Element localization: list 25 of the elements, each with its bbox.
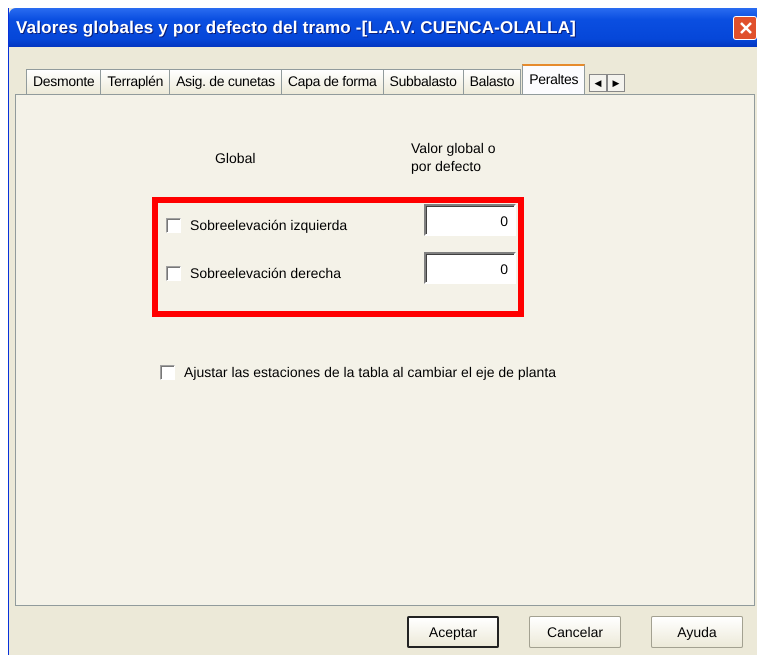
window-title: Valores globales y por defecto del tramo -[L.A.V. CUENCA-OLALLA] (16, 18, 576, 38)
tab[interactable]: Desmonte (26, 69, 102, 94)
tab[interactable]: Capa de forma (280, 69, 384, 94)
checkbox-label: Sobreelevación izquierda (190, 217, 348, 233)
tab[interactable]: Subbalasto (382, 69, 464, 94)
dialog-button[interactable]: Cancelar (529, 616, 621, 648)
checkbox[interactable] (160, 364, 175, 380)
column-header: Valor global o por defecto (411, 139, 497, 175)
checkbox[interactable] (166, 218, 181, 232)
dialog-button[interactable]: Aceptar (407, 616, 499, 648)
tab[interactable]: Balasto (462, 69, 522, 94)
tab[interactable]: Asig. de cunetas (169, 69, 282, 94)
checkbox[interactable] (166, 266, 181, 280)
tab-scroll-button[interactable]: ▶ (607, 74, 626, 92)
tab[interactable]: Peraltes (522, 64, 586, 94)
checkbox-label: Sobreelevación derecha (190, 265, 341, 281)
column-header: Global (214, 150, 256, 168)
dialog-button[interactable]: Ayuda (651, 616, 743, 648)
input-field[interactable]: 0 (424, 204, 516, 236)
input-field[interactable]: 0 (424, 252, 516, 284)
close-button[interactable] (733, 16, 757, 40)
checkbox-label: Ajustar las estaciones de la tabla al cambiar el eje de planta (184, 364, 556, 380)
tab[interactable]: Terraplén (100, 69, 170, 94)
tab-scroll-button[interactable]: ◀ (589, 74, 608, 92)
close-icon (739, 21, 753, 35)
